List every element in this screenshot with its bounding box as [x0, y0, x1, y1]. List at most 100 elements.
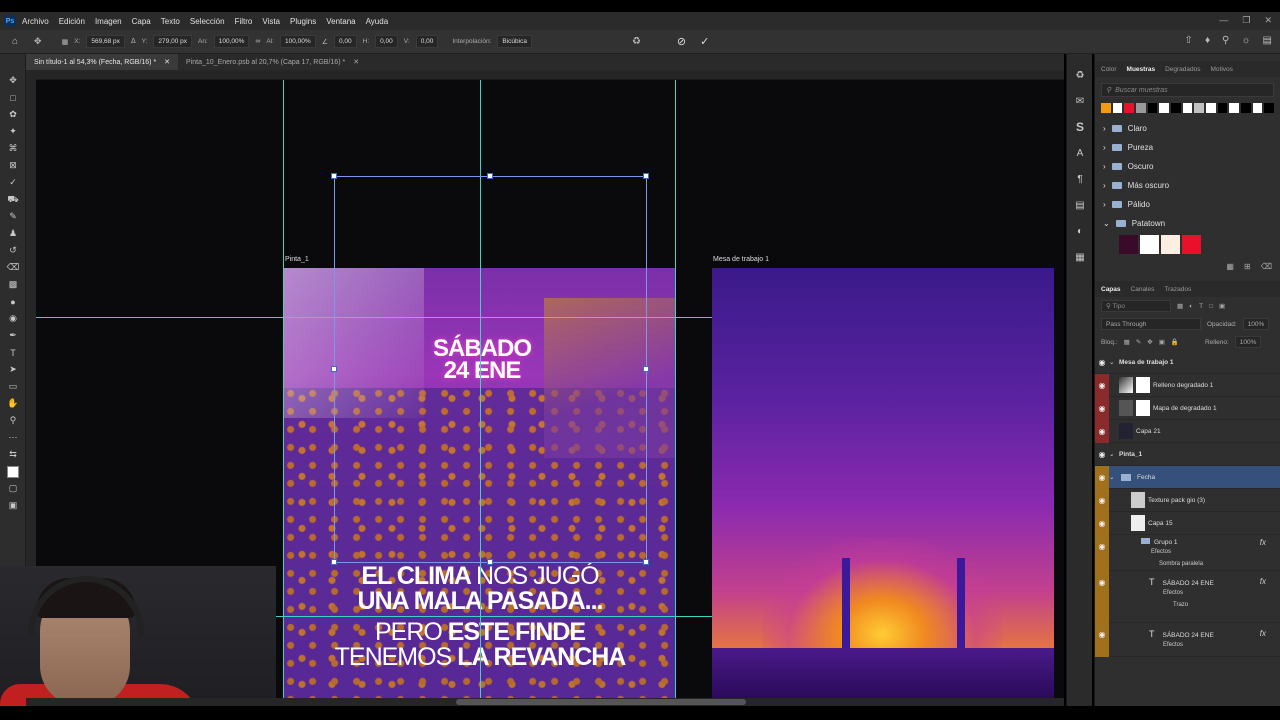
tab-muestras[interactable]: Muestras	[1127, 66, 1156, 73]
swatch-folder-patatown[interactable]: ⌄ Patatown	[1095, 214, 1280, 233]
layer-row-group[interactable]: ◉ Grupo 1 Efectos Sombra paralela fx	[1095, 535, 1280, 571]
artboard-mesa-de-trabajo-1[interactable]	[712, 268, 1054, 698]
cancel-transform-icon[interactable]: ⊘	[677, 35, 686, 48]
filter-adjust-icon[interactable]: ◐	[1189, 303, 1193, 310]
visibility-eye-icon[interactable]: ◉	[1095, 511, 1109, 535]
fx-icon[interactable]: fx	[1260, 577, 1266, 586]
transform-handle[interactable]	[331, 366, 337, 372]
chevron-down-icon[interactable]: ⌄	[1109, 473, 1121, 481]
chevron-down-icon[interactable]: ⌄	[1109, 358, 1119, 366]
layer-row[interactable]: ◉ Capa 21	[1095, 419, 1280, 443]
lock-position-icon[interactable]: ✥	[1147, 338, 1152, 346]
fx-icon[interactable]: fx	[1260, 629, 1266, 638]
comments-icon[interactable]: ✉	[1067, 88, 1093, 114]
tab-document-1[interactable]: Sin título-1 al 54,3% (Fecha, RGB/16) * …	[26, 54, 179, 70]
share-icon[interactable]: ⇧	[1185, 35, 1193, 46]
lock-all-icon[interactable]: 🔒	[1171, 338, 1179, 346]
layer-filter-select[interactable]: ⚲ Tipo	[1101, 300, 1171, 312]
brush-tool-icon[interactable]: ✎	[0, 208, 26, 225]
y-field[interactable]: 279,00 px	[153, 35, 192, 48]
zoom-tool-icon[interactable]: ⚲	[0, 412, 26, 429]
character-icon[interactable]: A	[1067, 140, 1093, 166]
menu-capa[interactable]: Capa	[132, 17, 151, 26]
visibility-eye-icon[interactable]: ◉	[1095, 373, 1109, 397]
history-icon[interactable]: ♻	[1067, 62, 1093, 88]
frame-tool-icon[interactable]: ⊠	[0, 157, 26, 174]
angle-field[interactable]: 0,00	[333, 35, 357, 48]
filter-type-icon[interactable]: T	[1199, 303, 1203, 310]
color-swatch[interactable]	[1229, 103, 1240, 113]
menu-imagen[interactable]: Imagen	[95, 17, 122, 26]
filter-shape-icon[interactable]: □	[1209, 303, 1213, 310]
layer-row[interactable]: ◉ Texture pack gio (3)	[1095, 488, 1280, 512]
drop-shadow-effect[interactable]: Sombra paralela	[1159, 558, 1203, 570]
guide-horizontal[interactable]	[276, 616, 712, 617]
swatch-folder-claro[interactable]: › Claro	[1095, 119, 1280, 138]
visibility-eye-icon[interactable]: ◉	[1095, 571, 1109, 623]
visibility-eye-icon[interactable]: ◉	[1095, 488, 1109, 512]
tab-document-2[interactable]: Pinta_10_Enero.psb al 20,7% (Capa 17, RG…	[178, 54, 367, 70]
color-swatch[interactable]	[1252, 103, 1263, 113]
patatown-swatch[interactable]	[1140, 235, 1159, 254]
blend-mode-select[interactable]: Pass Through	[1101, 318, 1201, 330]
transform-handle[interactable]	[643, 173, 649, 179]
color-swatch[interactable]	[1171, 103, 1181, 113]
visibility-eye-icon[interactable]: ◉	[1095, 450, 1109, 459]
tab-degradados[interactable]: Degradados	[1165, 66, 1200, 73]
color-swatch[interactable]	[1241, 103, 1251, 113]
visibility-eye-icon[interactable]: ◉	[1095, 535, 1109, 571]
color-swatch[interactable]	[1264, 103, 1275, 113]
blur-tool-icon[interactable]: ●	[0, 293, 26, 310]
crop-tool-icon[interactable]: ⌘	[0, 140, 26, 157]
patatown-swatch[interactable]	[1119, 235, 1138, 254]
stroke-effect[interactable]: Trazo	[1173, 599, 1214, 611]
visibility-eye-icon[interactable]: ◉	[1095, 465, 1109, 489]
x-field[interactable]: 569,68 px	[86, 35, 125, 48]
commit-transform-icon[interactable]: ✓	[700, 35, 709, 48]
visibility-eye-icon[interactable]: ◉	[1095, 419, 1109, 443]
shape-tool-icon[interactable]: ▭	[0, 378, 26, 395]
color-swatch[interactable]	[1124, 103, 1135, 113]
hand-tool-icon[interactable]: ✋	[0, 395, 26, 412]
width-field[interactable]: 100,00%	[213, 35, 250, 48]
transform-handle[interactable]	[487, 559, 493, 565]
color-swatch[interactable]	[1112, 103, 1123, 113]
layer-row-artboard[interactable]: ◉ ⌄ Pinta_1	[1095, 443, 1280, 466]
visibility-eye-icon[interactable]: ◉	[1095, 358, 1109, 367]
color-swatch[interactable]	[1147, 103, 1158, 113]
eraser-tool-icon[interactable]: ⌫	[0, 259, 26, 276]
tab-canales[interactable]: Canales	[1131, 286, 1155, 293]
more-tools-icon[interactable]: ⋯	[0, 429, 26, 446]
close-tab-icon[interactable]: ✕	[353, 58, 359, 66]
adjustments-icon[interactable]: ◐	[1067, 218, 1093, 244]
close-tab-icon[interactable]: ✕	[164, 58, 170, 66]
color-swatch[interactable]	[1159, 103, 1170, 113]
restore-icon[interactable]: ❐	[1242, 15, 1250, 26]
filter-pixel-icon[interactable]: ▩	[1177, 302, 1183, 310]
healing-brush-tool-icon[interactable]: ⛟	[0, 191, 26, 208]
menu-plugins[interactable]: Plugins	[290, 17, 316, 26]
guide-vertical[interactable]	[675, 80, 676, 698]
menu-texto[interactable]: Texto	[161, 17, 180, 26]
warp-icon[interactable]: ♻	[632, 36, 641, 47]
minimize-icon[interactable]: —	[1219, 15, 1228, 26]
transform-handle[interactable]	[643, 366, 649, 372]
color-swatch[interactable]	[1136, 103, 1146, 113]
patatown-swatch[interactable]	[1182, 235, 1201, 254]
transform-tool-icon[interactable]: ✥	[34, 36, 42, 47]
path-select-tool-icon[interactable]: ➤	[0, 361, 26, 378]
transform-handle[interactable]	[331, 559, 337, 565]
patatown-swatch[interactable]	[1161, 235, 1180, 254]
layer-row-selected[interactable]: ◉ ⌄ Fecha	[1095, 465, 1280, 489]
marquee-tool-icon[interactable]: □	[0, 89, 26, 106]
scrollbar-thumb[interactable]	[456, 699, 746, 705]
color-swatch[interactable]	[1194, 103, 1205, 113]
color-swatch[interactable]	[1206, 103, 1216, 113]
lock-artboard-icon[interactable]: ▣	[1159, 338, 1165, 346]
gradient-tool-icon[interactable]: ▩	[0, 276, 26, 293]
properties-icon[interactable]: ▤	[1067, 192, 1093, 218]
color-swap-icon[interactable]: ⇆	[0, 446, 26, 463]
close-icon[interactable]: ✕	[1264, 15, 1272, 26]
paragraph-icon[interactable]: ¶	[1067, 166, 1093, 192]
discover-icon[interactable]: ☼	[1241, 35, 1250, 46]
